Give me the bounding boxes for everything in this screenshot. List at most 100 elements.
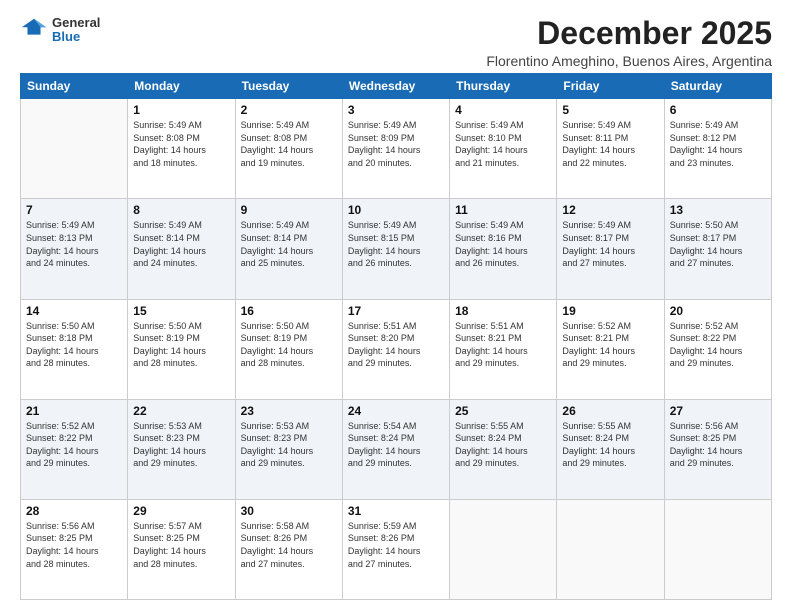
day-number: 1 xyxy=(133,103,229,117)
table-row: 19Sunrise: 5:52 AM Sunset: 8:21 PM Dayli… xyxy=(557,299,664,399)
day-number: 28 xyxy=(26,504,122,518)
table-row: 14 Sunrise: 5:50 AM Sunset: 8:18 PM Dayli… xyxy=(21,299,128,399)
table-row: 2Sunrise: 5:49 AM Sunset: 8:08 PM Daylig… xyxy=(235,99,342,199)
day-info: Sunrise: 5:55 AM Sunset: 8:24 PM Dayligh… xyxy=(562,420,658,470)
day-info: Sunrise: 5:58 AM Sunset: 8:26 PM Dayligh… xyxy=(241,520,337,570)
day-number: 31 xyxy=(348,504,444,518)
header-friday: Friday xyxy=(557,74,664,99)
table-row: 4Sunrise: 5:49 AM Sunset: 8:10 PM Daylig… xyxy=(450,99,557,199)
table-row xyxy=(664,499,771,599)
table-row: 29Sunrise: 5:57 AM Sunset: 8:25 PM Dayli… xyxy=(128,499,235,599)
day-number: 2 xyxy=(241,103,337,117)
header-wednesday: Wednesday xyxy=(342,74,449,99)
day-info: Sunrise: 5:49 AM Sunset: 8:12 PM Dayligh… xyxy=(670,119,766,169)
day-info: Sunrise: 5:49 AM Sunset: 8:17 PM Dayligh… xyxy=(562,219,658,269)
table-row: 12 Sunrise: 5:49 AM Sunset: 8:17 PM Dayli… xyxy=(557,199,664,299)
day-info: Sunrise: 5:50 AM Sunset: 8:18 PM Dayligh… xyxy=(26,320,122,370)
day-number: 9 xyxy=(241,203,337,217)
title-block: December 2025 Florentino Ameghino, Bueno… xyxy=(486,16,772,69)
day-info: Sunrise: 5:56 AM Sunset: 8:25 PM Dayligh… xyxy=(26,520,122,570)
day-number: 26 xyxy=(562,404,658,418)
day-info: Sunrise: 5:49 AM Sunset: 8:11 PM Dayligh… xyxy=(562,119,658,169)
header-tuesday: Tuesday xyxy=(235,74,342,99)
table-row: 22 Sunrise: 5:53 AM Sunset: 8:23 PM Dayli… xyxy=(128,399,235,499)
table-row xyxy=(21,99,128,199)
page: General Blue December 2025 Florentino Am… xyxy=(0,0,792,612)
header-sunday: Sunday xyxy=(21,74,128,99)
calendar-week-row: 14 Sunrise: 5:50 AM Sunset: 8:18 PM Dayli… xyxy=(21,299,772,399)
table-row: 18 Sunrise: 5:51 AM Sunset: 8:21 PM Dayli… xyxy=(450,299,557,399)
day-number: 11 xyxy=(455,203,551,217)
day-info: Sunrise: 5:49 AM Sunset: 8:13 PM Dayligh… xyxy=(26,219,122,269)
day-info: Sunrise: 5:54 AM Sunset: 8:24 PM Dayligh… xyxy=(348,420,444,470)
table-row: 24 Sunrise: 5:54 AM Sunset: 8:24 PM Dayli… xyxy=(342,399,449,499)
logo-icon xyxy=(20,16,48,44)
table-row: 6 Sunrise: 5:49 AM Sunset: 8:12 PM Daylig… xyxy=(664,99,771,199)
day-info: Sunrise: 5:52 AM Sunset: 8:22 PM Dayligh… xyxy=(26,420,122,470)
header-saturday: Saturday xyxy=(664,74,771,99)
day-info: Sunrise: 5:50 AM Sunset: 8:17 PM Dayligh… xyxy=(670,219,766,269)
day-info: Sunrise: 5:52 AM Sunset: 8:22 PM Dayligh… xyxy=(670,320,766,370)
header-monday: Monday xyxy=(128,74,235,99)
day-number: 19 xyxy=(562,304,658,318)
calendar-week-row: 7 Sunrise: 5:49 AM Sunset: 8:13 PM Daylig… xyxy=(21,199,772,299)
day-info: Sunrise: 5:49 AM Sunset: 8:14 PM Dayligh… xyxy=(133,219,229,269)
table-row: 26 Sunrise: 5:55 AM Sunset: 8:24 PM Dayli… xyxy=(557,399,664,499)
table-row: 8 Sunrise: 5:49 AM Sunset: 8:14 PM Daylig… xyxy=(128,199,235,299)
day-info: Sunrise: 5:50 AM Sunset: 8:19 PM Dayligh… xyxy=(241,320,337,370)
day-number: 18 xyxy=(455,304,551,318)
table-row: 27 Sunrise: 5:56 AM Sunset: 8:25 PM Dayli… xyxy=(664,399,771,499)
table-row: 7 Sunrise: 5:49 AM Sunset: 8:13 PM Daylig… xyxy=(21,199,128,299)
day-number: 27 xyxy=(670,404,766,418)
logo-text: General Blue xyxy=(52,16,100,45)
day-info: Sunrise: 5:50 AM Sunset: 8:19 PM Dayligh… xyxy=(133,320,229,370)
table-row: 10Sunrise: 5:49 AM Sunset: 8:15 PM Dayli… xyxy=(342,199,449,299)
day-number: 15 xyxy=(133,304,229,318)
table-row: 5 Sunrise: 5:49 AM Sunset: 8:11 PM Daylig… xyxy=(557,99,664,199)
table-row: 1 Sunrise: 5:49 AM Sunset: 8:08 PM Daylig… xyxy=(128,99,235,199)
day-info: Sunrise: 5:51 AM Sunset: 8:20 PM Dayligh… xyxy=(348,320,444,370)
calendar-week-row: 28 Sunrise: 5:56 AM Sunset: 8:25 PM Dayli… xyxy=(21,499,772,599)
table-row: 23 Sunrise: 5:53 AM Sunset: 8:23 PM Dayli… xyxy=(235,399,342,499)
table-row: 3Sunrise: 5:49 AM Sunset: 8:09 PM Daylig… xyxy=(342,99,449,199)
day-info: Sunrise: 5:49 AM Sunset: 8:14 PM Dayligh… xyxy=(241,219,337,269)
day-number: 14 xyxy=(26,304,122,318)
day-info: Sunrise: 5:51 AM Sunset: 8:21 PM Dayligh… xyxy=(455,320,551,370)
table-row: 16Sunrise: 5:50 AM Sunset: 8:19 PM Dayli… xyxy=(235,299,342,399)
table-row: 11 Sunrise: 5:49 AM Sunset: 8:16 PM Dayli… xyxy=(450,199,557,299)
day-number: 23 xyxy=(241,404,337,418)
logo: General Blue xyxy=(20,16,100,45)
table-row: 13Sunrise: 5:50 AM Sunset: 8:17 PM Dayli… xyxy=(664,199,771,299)
table-row: 17Sunrise: 5:51 AM Sunset: 8:20 PM Dayli… xyxy=(342,299,449,399)
day-number: 22 xyxy=(133,404,229,418)
table-row: 21 Sunrise: 5:52 AM Sunset: 8:22 PM Dayli… xyxy=(21,399,128,499)
day-number: 8 xyxy=(133,203,229,217)
day-info: Sunrise: 5:53 AM Sunset: 8:23 PM Dayligh… xyxy=(241,420,337,470)
main-title: December 2025 xyxy=(486,16,772,51)
calendar-week-row: 1 Sunrise: 5:49 AM Sunset: 8:08 PM Daylig… xyxy=(21,99,772,199)
day-number: 21 xyxy=(26,404,122,418)
day-number: 3 xyxy=(348,103,444,117)
table-row xyxy=(450,499,557,599)
calendar-table: Sunday Monday Tuesday Wednesday Thursday… xyxy=(20,73,772,600)
day-number: 10 xyxy=(348,203,444,217)
day-info: Sunrise: 5:56 AM Sunset: 8:25 PM Dayligh… xyxy=(670,420,766,470)
day-info: Sunrise: 5:55 AM Sunset: 8:24 PM Dayligh… xyxy=(455,420,551,470)
day-info: Sunrise: 5:49 AM Sunset: 8:08 PM Dayligh… xyxy=(133,119,229,169)
day-info: Sunrise: 5:49 AM Sunset: 8:10 PM Dayligh… xyxy=(455,119,551,169)
day-number: 30 xyxy=(241,504,337,518)
day-number: 6 xyxy=(670,103,766,117)
calendar-week-row: 21 Sunrise: 5:52 AM Sunset: 8:22 PM Dayli… xyxy=(21,399,772,499)
table-row: 25Sunrise: 5:55 AM Sunset: 8:24 PM Dayli… xyxy=(450,399,557,499)
day-number: 5 xyxy=(562,103,658,117)
table-row: 31 Sunrise: 5:59 AM Sunset: 8:26 PM Dayli… xyxy=(342,499,449,599)
day-number: 7 xyxy=(26,203,122,217)
day-info: Sunrise: 5:49 AM Sunset: 8:16 PM Dayligh… xyxy=(455,219,551,269)
day-info: Sunrise: 5:53 AM Sunset: 8:23 PM Dayligh… xyxy=(133,420,229,470)
day-number: 29 xyxy=(133,504,229,518)
table-row: 28 Sunrise: 5:56 AM Sunset: 8:25 PM Dayli… xyxy=(21,499,128,599)
calendar-header-row: Sunday Monday Tuesday Wednesday Thursday… xyxy=(21,74,772,99)
day-number: 24 xyxy=(348,404,444,418)
day-info: Sunrise: 5:59 AM Sunset: 8:26 PM Dayligh… xyxy=(348,520,444,570)
day-number: 12 xyxy=(562,203,658,217)
